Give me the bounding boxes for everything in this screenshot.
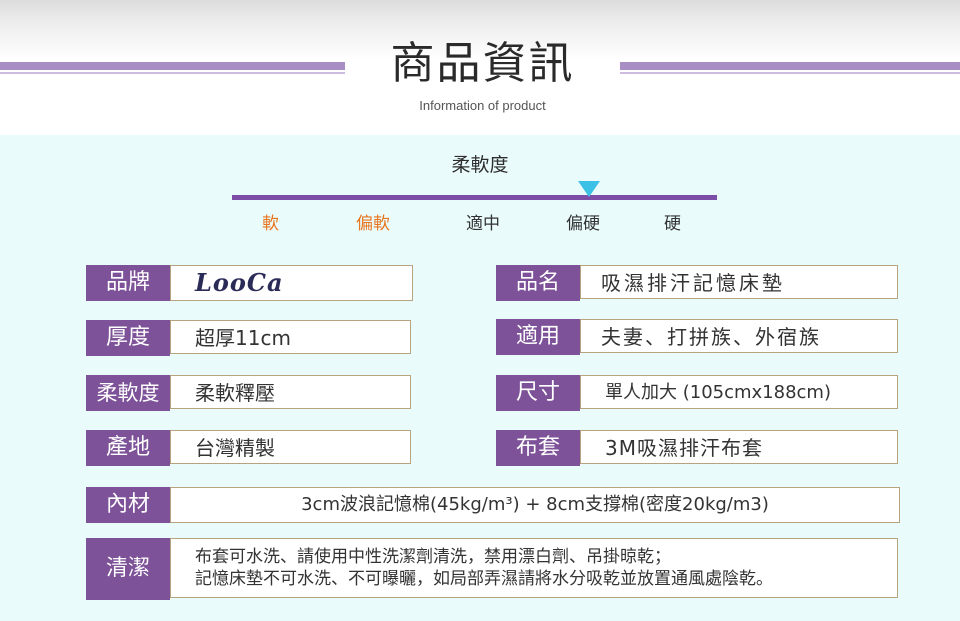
spec-row-cover: 布套 3M吸濕排汗布套 — [496, 430, 900, 466]
page-subtitle: Information of product — [419, 98, 546, 113]
spec-value-origin: 台灣精製 — [170, 430, 411, 464]
spec-label-origin: 產地 — [86, 430, 170, 466]
spec-label-brand: 品牌 — [86, 265, 170, 301]
spec-value-brand: LooCa — [170, 265, 413, 301]
spec-value-name: 吸濕排汗記憶床墊 — [580, 265, 898, 299]
spec-row-size: 尺寸 單人加大 (105cmx188cm) — [496, 375, 900, 411]
spec-row-brand: 品牌 LooCa — [86, 265, 413, 301]
spec-row-name: 品名 吸濕排汗記憶床墊 — [496, 265, 900, 301]
washing-line-mattress: 記憶床墊不可水洗、不可曝曬，如局部弄濕請將水分吸乾並放置通風處陰乾。 — [195, 569, 773, 589]
spec-value-thickness: 超厚11cm — [170, 320, 411, 354]
header-rule-right — [620, 62, 960, 74]
spec-value-washing: 布套可水洗、請使用中性洗潔劑清洗，禁用漂白劑、吊掛晾乾； 記憶床墊不可水洗、不可… — [170, 538, 898, 598]
spec-label-washing: 清潔 — [86, 538, 170, 600]
softness-marker-icon — [578, 181, 600, 197]
spec-row-washing: 清潔 布套可水洗、請使用中性洗潔劑清洗，禁用漂白劑、吊掛晾乾； 記憶床墊不可水洗… — [86, 538, 900, 600]
spec-value-material: 3cm波浪記憶棉(45kg/m³) + 8cm支撐棉(密度20kg/m3) — [170, 487, 900, 523]
spec-value-size: 單人加大 (105cmx188cm) — [580, 375, 898, 409]
spec-row-softness: 柔軟度 柔軟釋壓 — [86, 375, 413, 411]
spec-value-cover: 3M吸濕排汗布套 — [580, 430, 898, 464]
spec-label-thickness: 厚度 — [86, 320, 170, 356]
brand-logo: LooCa — [195, 268, 284, 297]
spec-value-usage: 夫妻、打拼族、外宿族 — [580, 319, 898, 353]
scale-label-soft: 軟 — [262, 214, 279, 234]
scale-label-slightly-firm: 偏硬 — [566, 214, 600, 234]
spec-row-thickness: 厚度 超厚11cm — [86, 320, 413, 356]
spec-value-softness: 柔軟釋壓 — [170, 375, 411, 409]
spec-label-usage: 適用 — [496, 319, 580, 355]
spec-row-material: 內材 3cm波浪記憶棉(45kg/m³) + 8cm支撐棉(密度20kg/m3) — [86, 487, 900, 523]
spec-row-origin: 產地 台灣精製 — [86, 430, 413, 466]
spec-label-material: 內材 — [86, 487, 170, 523]
scale-label-firm: 硬 — [664, 214, 681, 234]
spec-row-usage: 適用 夫妻、打拼族、外宿族 — [496, 319, 900, 355]
header: 商品資訊 Information of product — [0, 0, 960, 135]
scale-label-medium: 適中 — [466, 214, 500, 234]
spec-label-size: 尺寸 — [496, 375, 580, 411]
softness-scale-title: 柔軟度 — [451, 154, 509, 176]
spec-label-name: 品名 — [496, 265, 580, 301]
header-rule-left — [0, 62, 345, 74]
washing-line-cover: 布套可水洗、請使用中性洗潔劑清洗，禁用漂白劑、吊掛晾乾； — [195, 547, 671, 567]
page-title: 商品資訊 — [390, 38, 575, 89]
spec-label-cover: 布套 — [496, 430, 580, 466]
spec-label-softness: 柔軟度 — [86, 375, 170, 411]
softness-scale-bar — [232, 195, 717, 200]
scale-label-slightly-soft: 偏軟 — [356, 214, 390, 234]
